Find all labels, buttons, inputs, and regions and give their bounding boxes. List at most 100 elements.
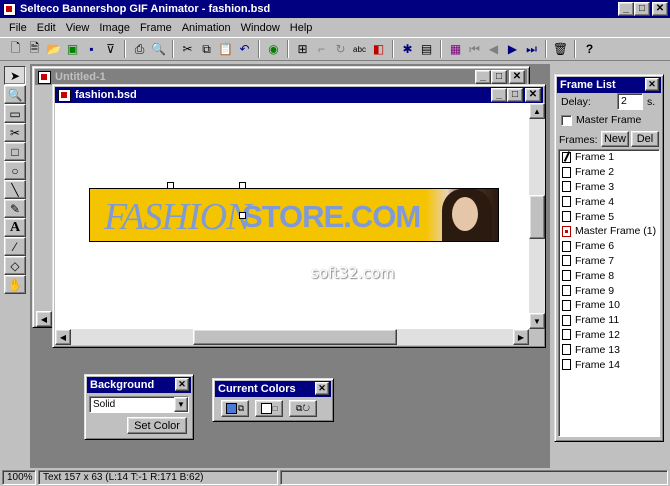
list-item[interactable]: Frame 6 bbox=[559, 239, 659, 254]
banner-image[interactable]: FASHION STORE.COM bbox=[89, 188, 499, 242]
minimize-icon[interactable]: _ bbox=[475, 70, 491, 84]
scroll-left-icon[interactable]: ◀ bbox=[55, 329, 71, 345]
list-item[interactable]: Frame 9 bbox=[559, 283, 659, 298]
close-icon[interactable]: ✕ bbox=[652, 2, 668, 16]
open-icon[interactable]: 📂 bbox=[44, 40, 63, 59]
rectangle-icon[interactable]: □ bbox=[4, 142, 26, 161]
scissors-icon[interactable]: ✂ bbox=[4, 123, 26, 142]
new-icon[interactable]: 🗋 bbox=[6, 40, 25, 59]
list-item[interactable]: Master Frame (1) bbox=[559, 224, 659, 239]
wizard-icon[interactable]: ✱ bbox=[398, 40, 417, 59]
scroll-left-icon[interactable]: ◀ bbox=[36, 311, 52, 327]
set-color-button[interactable]: Set Color bbox=[127, 417, 187, 434]
horizontal-scroll-thumb[interactable] bbox=[193, 329, 397, 345]
eraser-icon[interactable]: ◇ bbox=[4, 256, 26, 275]
list-item[interactable]: Frame 11 bbox=[559, 313, 659, 328]
new-frame-button[interactable]: New bbox=[601, 131, 629, 147]
print-icon[interactable]: ⎙ bbox=[130, 40, 149, 59]
open-folder-icon[interactable]: ▣ bbox=[63, 40, 82, 59]
menu-view[interactable]: View bbox=[61, 22, 95, 34]
minimize-icon[interactable]: _ bbox=[618, 2, 634, 16]
add-frame-icon[interactable]: ▤ bbox=[417, 40, 436, 59]
secondary-color-swatch[interactable]: □ bbox=[255, 400, 283, 417]
resize-icon[interactable]: ⊞ bbox=[293, 40, 312, 59]
scroll-down-icon[interactable]: ▼ bbox=[529, 313, 545, 329]
list-item[interactable]: Frame 2 bbox=[559, 165, 659, 180]
print-preview-icon[interactable]: 🔍 bbox=[149, 40, 168, 59]
rectangle-select-icon[interactable]: ▭ bbox=[4, 104, 26, 123]
delete-frame-button[interactable]: Del bbox=[631, 131, 659, 147]
fill-icon[interactable]: ✋ bbox=[4, 275, 26, 294]
master-frame-checkbox[interactable] bbox=[561, 115, 572, 126]
list-item[interactable]: Frame 8 bbox=[559, 268, 659, 283]
menu-animation[interactable]: Animation bbox=[177, 22, 236, 34]
close-icon[interactable]: ✕ bbox=[175, 378, 189, 391]
maximize-icon[interactable]: □ bbox=[491, 70, 507, 84]
chevron-down-icon[interactable]: ▼ bbox=[174, 397, 188, 412]
layers-icon[interactable]: ◧ bbox=[369, 40, 388, 59]
app-icon[interactable] bbox=[3, 2, 16, 16]
selection-handle[interactable] bbox=[167, 182, 174, 189]
scroll-right-icon[interactable]: ▶ bbox=[513, 329, 529, 345]
selection-handle[interactable] bbox=[239, 212, 246, 219]
untitled-titlebar[interactable]: Untitled-1 _ □ ✕ bbox=[35, 69, 527, 85]
last-frame-icon[interactable]: ⏭ bbox=[522, 40, 541, 59]
text-icon[interactable]: A bbox=[4, 218, 26, 237]
minimize-icon[interactable]: _ bbox=[491, 88, 507, 102]
list-item[interactable]: Frame 13 bbox=[559, 342, 659, 357]
list-item[interactable]: Frame 10 bbox=[559, 298, 659, 313]
first-frame-icon[interactable]: ⏮ bbox=[465, 40, 484, 59]
menu-window[interactable]: Window bbox=[236, 22, 285, 34]
close-icon[interactable]: ✕ bbox=[509, 70, 525, 84]
list-item[interactable]: Frame 4 bbox=[559, 194, 659, 209]
save-icon[interactable]: ▪ bbox=[82, 40, 101, 59]
crop-icon[interactable]: ⌐ bbox=[312, 40, 331, 59]
close-icon[interactable]: ✕ bbox=[315, 382, 329, 395]
zoom-icon[interactable]: 🔍 bbox=[4, 85, 26, 104]
pencil-icon[interactable]: ✎ bbox=[4, 199, 26, 218]
close-icon[interactable]: ✕ bbox=[525, 88, 541, 102]
background-panel-title[interactable]: Background ✕ bbox=[87, 377, 191, 393]
new-doc-icon[interactable]: 🗎 bbox=[25, 40, 44, 59]
primary-color-swatch[interactable]: ⧉ bbox=[221, 400, 249, 417]
menu-edit[interactable]: Edit bbox=[32, 22, 61, 34]
vertical-scroll-thumb[interactable] bbox=[529, 195, 545, 239]
line-icon[interactable]: ╲ bbox=[4, 180, 26, 199]
eyedropper-icon[interactable]: ⁄ bbox=[4, 237, 26, 256]
ellipse-icon[interactable]: ○ bbox=[4, 161, 26, 180]
help-icon[interactable]: ? bbox=[580, 40, 599, 59]
menu-frame[interactable]: Frame bbox=[135, 22, 177, 34]
vertical-scrollbar[interactable]: ▲ ▼ bbox=[529, 103, 545, 329]
text-abc-icon[interactable]: abc bbox=[350, 40, 369, 59]
fashion-window[interactable]: fashion.bsd _ □ ✕ FASHION STORE.COM soft… bbox=[52, 84, 546, 348]
menu-file[interactable]: File bbox=[4, 22, 32, 34]
maximize-icon[interactable]: □ bbox=[634, 2, 650, 16]
banner-canvas[interactable]: FASHION STORE.COM soft32.com bbox=[55, 103, 529, 329]
list-item[interactable]: Frame 3 bbox=[559, 180, 659, 195]
rotate-icon[interactable]: ↻ bbox=[331, 40, 350, 59]
list-item[interactable]: Frame 12 bbox=[559, 328, 659, 343]
swap-colors-button[interactable]: ⧉↻ bbox=[289, 400, 317, 417]
list-item[interactable]: Frame 7 bbox=[559, 254, 659, 269]
current-colors-panel-title[interactable]: Current Colors ✕ bbox=[215, 381, 331, 397]
frame-list-title[interactable]: Frame List ✕ bbox=[557, 77, 661, 93]
frame-list[interactable]: Frame 1 Frame 2 Frame 3 Frame 4 Frame 5 … bbox=[558, 149, 660, 437]
undo-icon[interactable]: ↶ bbox=[235, 40, 254, 59]
maximize-icon[interactable]: □ bbox=[507, 88, 523, 102]
copy-icon[interactable]: ⧉ bbox=[197, 40, 216, 59]
delete-icon[interactable]: 🗑 bbox=[551, 40, 570, 59]
background-type-select[interactable]: Solid ▼ bbox=[89, 396, 189, 413]
menu-help[interactable]: Help bbox=[285, 22, 318, 34]
preview-icon[interactable]: ◉ bbox=[264, 40, 283, 59]
list-item[interactable]: Frame 1 bbox=[559, 150, 659, 165]
select-arrow-icon[interactable]: ➤ bbox=[4, 66, 26, 85]
list-item[interactable]: Frame 5 bbox=[559, 209, 659, 224]
menu-image[interactable]: Image bbox=[94, 22, 135, 34]
scroll-up-icon[interactable]: ▲ bbox=[529, 103, 545, 119]
paste-icon[interactable]: 📋 bbox=[216, 40, 235, 59]
delay-input[interactable]: 2 bbox=[617, 93, 643, 110]
close-icon[interactable]: ✕ bbox=[645, 78, 659, 91]
frames-icon[interactable]: ▦ bbox=[446, 40, 465, 59]
cut-icon[interactable]: ✂ bbox=[178, 40, 197, 59]
play-icon[interactable]: ▶ bbox=[503, 40, 522, 59]
